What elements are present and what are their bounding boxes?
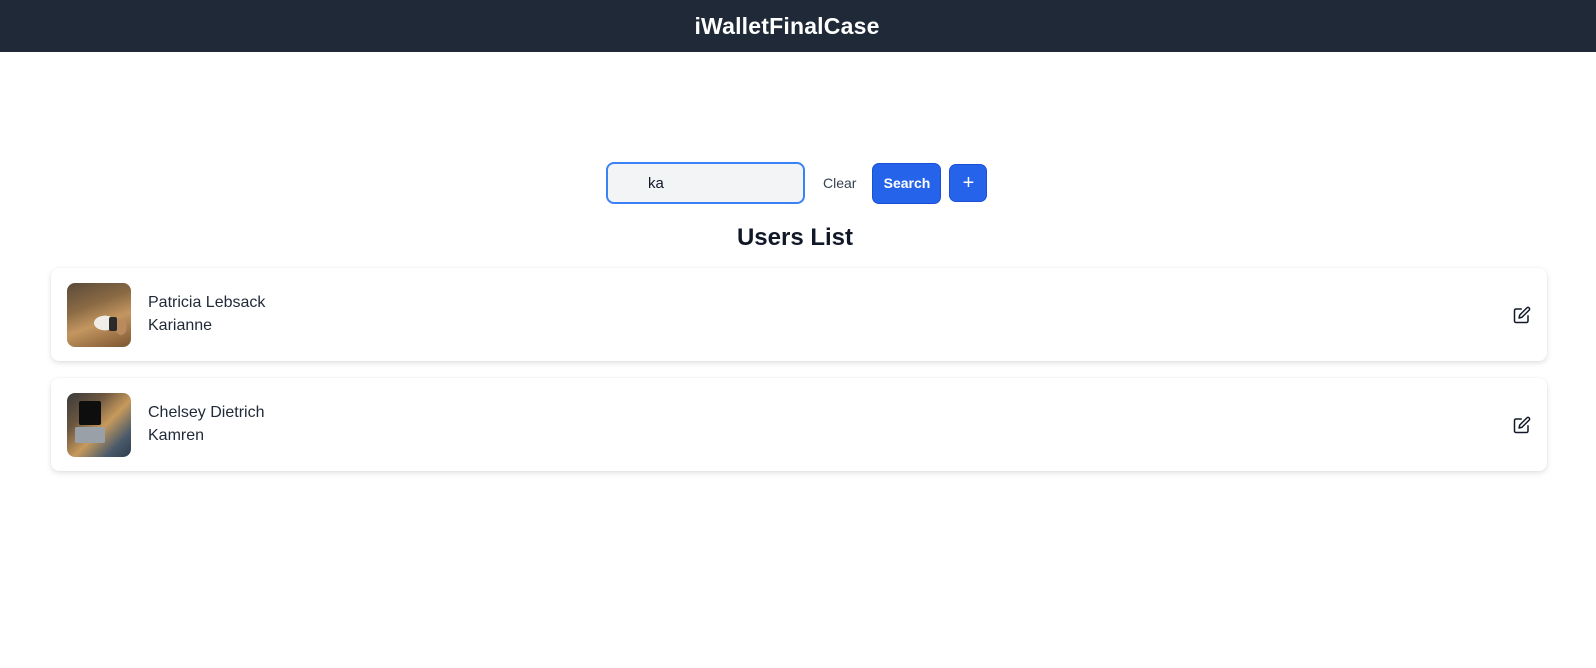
user-name: Chelsey Dietrich: [148, 404, 265, 421]
add-user-button[interactable]: +: [949, 164, 988, 202]
edit-icon[interactable]: [1513, 416, 1531, 434]
user-username: Karianne: [148, 317, 213, 334]
app-header: iWalletFinalCase: [0, 0, 1596, 52]
avatar: [67, 282, 131, 347]
app-title: iWalletFinalCase: [694, 12, 880, 39]
user-username: Kamren: [148, 427, 205, 444]
edit-icon[interactable]: [1513, 306, 1531, 324]
plus-icon: +: [962, 172, 975, 194]
search-input[interactable]: [606, 162, 805, 204]
list-item: Patricia Lebsack Karianne: [51, 268, 1547, 361]
user-name: Patricia Lebsack: [148, 294, 266, 311]
search-toolbar: Clear Search +: [606, 162, 988, 204]
page-title: Users List: [736, 224, 854, 251]
avatar: [67, 392, 131, 457]
search-button[interactable]: Search: [872, 162, 942, 204]
clear-button[interactable]: Clear: [817, 163, 862, 203]
list-item: Chelsey Dietrich Kamren: [51, 378, 1547, 471]
